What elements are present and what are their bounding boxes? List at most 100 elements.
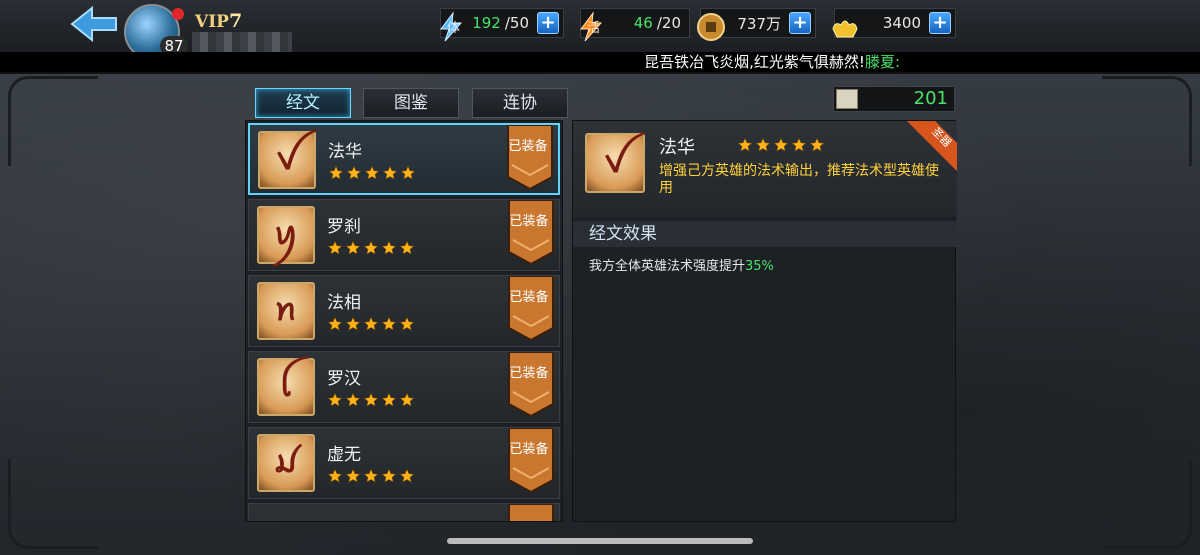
star-icon xyxy=(381,316,397,331)
home-indicator[interactable] xyxy=(447,538,753,544)
top-bar: 87 VIP7 体 192 /50 + 活 46 /20 737万 + 3400 xyxy=(0,0,1200,60)
equipped-badge: 已装备 xyxy=(509,290,549,305)
add-gold-button[interactable]: + xyxy=(929,12,951,34)
star-icon xyxy=(345,240,361,255)
scripture-name: 法相 xyxy=(327,293,361,313)
star-icon xyxy=(363,392,379,407)
scripture-icon: ꪜ xyxy=(258,131,316,189)
stamina-label: 体 xyxy=(447,21,461,36)
star-icon xyxy=(399,392,415,407)
star-icon xyxy=(346,165,362,180)
star-rating xyxy=(327,468,415,484)
frame-corner xyxy=(1102,459,1192,549)
detail-title: 法华 xyxy=(659,137,695,158)
stamina-resource: 体 192 /50 + xyxy=(440,8,564,42)
vip-label: VIP xyxy=(195,12,229,32)
scripture-count: 201 xyxy=(833,86,955,112)
detail-stars xyxy=(737,137,825,153)
detail-header: ꪜ 法华 增强己方英雄的法术输出，推荐法术型英雄使用 圣器 xyxy=(573,121,957,217)
star-icon xyxy=(737,137,753,152)
scripture-glyph: ꪀ xyxy=(274,289,298,328)
star-icon xyxy=(345,392,361,407)
star-icon xyxy=(345,316,361,331)
star-icon xyxy=(364,165,380,180)
coin-icon xyxy=(697,13,725,41)
gold-amount: 3400 xyxy=(882,14,921,32)
rarity-tag: 圣器 xyxy=(907,121,957,171)
notification-dot xyxy=(172,8,184,20)
star-icon xyxy=(399,240,415,255)
star-icon xyxy=(382,165,398,180)
vigor-max: /20 xyxy=(656,14,681,32)
star-icon xyxy=(791,137,807,152)
tab-synergy[interactable]: 连协 xyxy=(472,88,568,118)
equipped-badge: 已装备 xyxy=(509,442,549,457)
effect-text: 我方全体英雄法术强度提升35% xyxy=(589,255,774,274)
stamina-max: /50 xyxy=(504,14,529,32)
list-item[interactable]: ꪶ 罗汉 已装备 xyxy=(248,351,560,423)
announcement-marquee: 昆吾铁冶飞炎烟,红光紫气俱赫然!滕夏: xyxy=(0,52,1200,72)
tab-codex[interactable]: 图鉴 xyxy=(363,88,459,118)
copper-resource: 737万 + xyxy=(697,8,816,41)
star-icon xyxy=(400,165,416,180)
effect-section-title: 经文效果 xyxy=(573,221,957,247)
effect-value: 35% xyxy=(745,259,774,274)
vigor-resource: 活 46 /20 xyxy=(580,8,690,42)
add-stamina-button[interactable]: + xyxy=(537,12,559,34)
scripture-icon: ꪜ xyxy=(585,133,645,193)
frame-corner xyxy=(8,76,98,166)
scroll-icon xyxy=(836,89,858,109)
effect-description: 我方全体英雄法术强度提升 xyxy=(589,259,746,274)
star-icon xyxy=(381,240,397,255)
list-item[interactable]: ꪀ 法相 已装备 xyxy=(248,275,560,347)
star-icon xyxy=(773,137,789,152)
vip-badge[interactable]: VIP7 xyxy=(195,10,242,32)
star-rating xyxy=(328,165,416,181)
scripture-glyph: ꪣ xyxy=(273,441,299,480)
back-button[interactable] xyxy=(70,6,120,42)
frame-corner xyxy=(1102,76,1192,166)
scripture-name: 罗刹 xyxy=(327,217,361,237)
star-rating xyxy=(327,392,415,408)
star-icon xyxy=(809,137,825,152)
vip-level: 7 xyxy=(228,10,243,32)
vigor-label: 活 xyxy=(587,21,601,36)
scripture-glyph: ꪜ xyxy=(275,138,299,177)
scripture-detail: ꪜ 法华 增强己方英雄的法术输出，推荐法术型英雄使用 圣器 经文效果 我方全体英… xyxy=(572,120,957,522)
star-icon xyxy=(363,240,379,255)
star-icon xyxy=(755,137,771,152)
detail-description: 增强己方英雄的法术输出，推荐法术型英雄使用 xyxy=(659,163,939,196)
scripture-name: 虚无 xyxy=(327,445,361,465)
marquee-highlight: 滕夏: xyxy=(864,53,900,71)
scripture-icon: ꪀ xyxy=(257,282,315,340)
copper-amount: 737万 xyxy=(737,14,781,33)
equipped-badge: 已装备 xyxy=(509,366,549,381)
list-item[interactable] xyxy=(248,503,560,521)
star-icon xyxy=(327,316,343,331)
add-copper-button[interactable]: + xyxy=(789,12,811,34)
back-arrow-icon xyxy=(70,6,117,42)
star-icon xyxy=(399,468,415,483)
scripture-list[interactable]: ꪜ 法华 已装备 ꪗ 罗刹 已装备 ꪀ 法相 已装备 ꪶ 罗汉 已装备 ꪣ 虚无 已装备 xyxy=(245,120,563,522)
vigor-current: 46 xyxy=(633,14,653,32)
tab-scriptures[interactable]: 经文 xyxy=(255,88,351,118)
list-item[interactable]: ꪜ 法华 已装备 xyxy=(248,123,560,195)
scripture-glyph: ꪗ xyxy=(273,213,299,252)
list-item[interactable]: ꪣ 虚无 已装备 xyxy=(248,427,560,499)
equipped-badge: 已装备 xyxy=(509,214,549,229)
star-rating xyxy=(327,240,415,256)
scripture-name: 罗汉 xyxy=(327,369,361,389)
star-icon xyxy=(345,468,361,483)
marquee-text: 昆吾铁冶飞炎烟,红光紫气俱赫然! xyxy=(644,53,865,71)
stamina-current: 192 xyxy=(472,14,501,32)
scripture-glyph: ꪶ xyxy=(279,365,293,404)
star-rating xyxy=(327,316,415,332)
equipped-badge: 已装备 xyxy=(508,139,548,154)
scripture-icon: ꪣ xyxy=(257,434,315,492)
equipped-ribbon-icon xyxy=(508,504,554,521)
list-item[interactable]: ꪗ 罗刹 已装备 xyxy=(248,199,560,271)
star-icon xyxy=(328,165,344,180)
scripture-icon: ꪗ xyxy=(257,206,315,264)
scripture-glyph: ꪜ xyxy=(603,141,627,180)
star-icon xyxy=(327,468,343,483)
